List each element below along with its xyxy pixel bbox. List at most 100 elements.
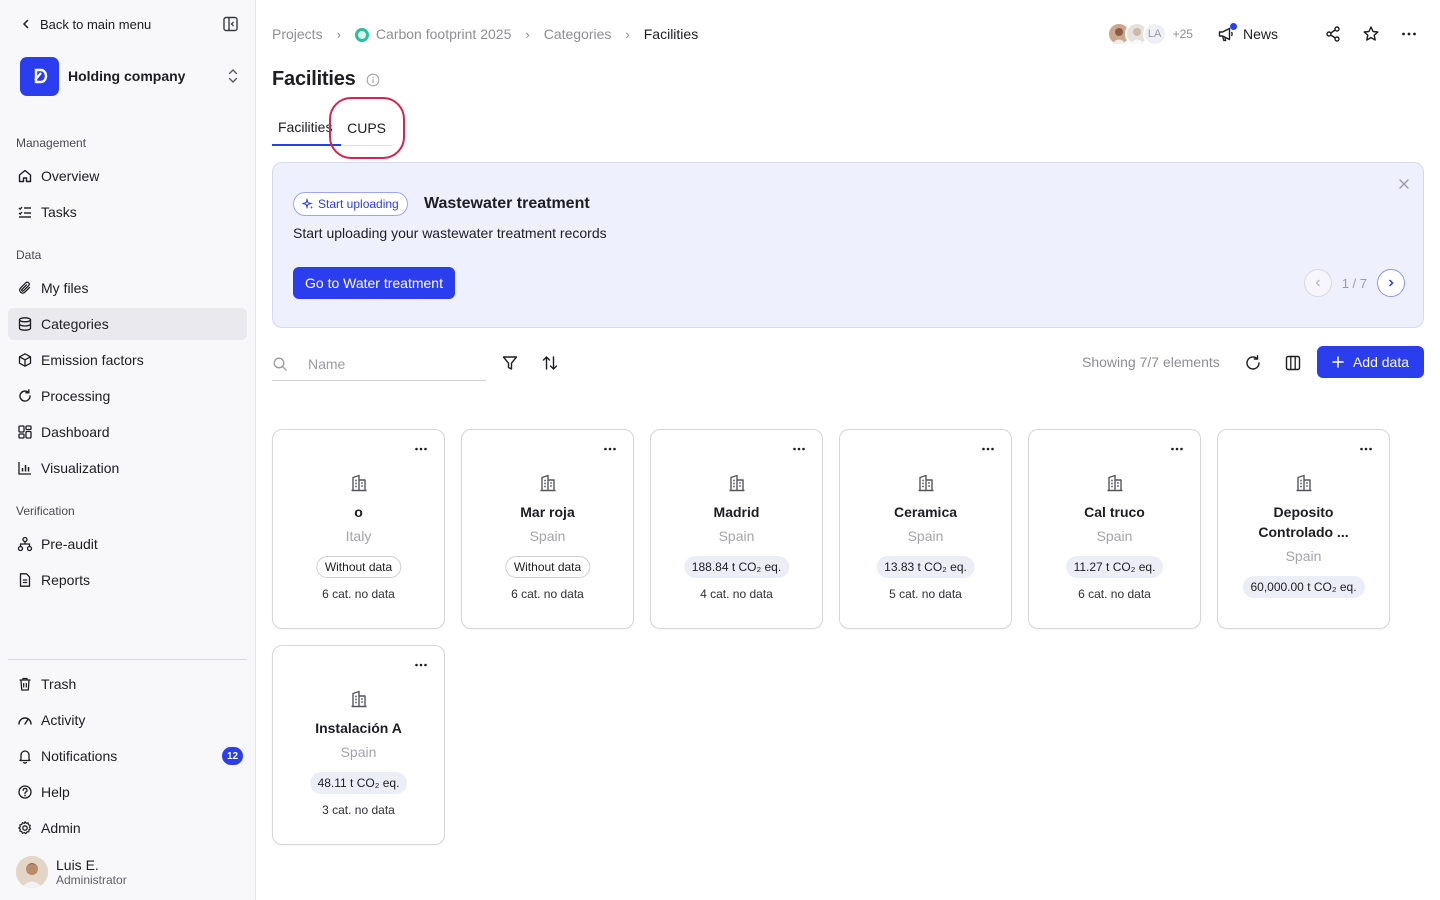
pager-next-button[interactable]: [1377, 269, 1405, 297]
filter-icon[interactable]: [501, 354, 519, 372]
categories-no-data: 3 cat. no data: [322, 803, 395, 817]
sidebar-item-admin[interactable]: Admin: [8, 812, 247, 844]
facility-card[interactable]: Instalación A Spain 48.11 t CO₂ eq. 3 cat. …: [272, 645, 445, 845]
categories-no-data: 6 cat. no data: [1078, 587, 1151, 601]
facility-name: Mar roja: [520, 504, 575, 520]
sidebar-item-pre-audit[interactable]: Pre-audit: [8, 528, 247, 560]
org-switcher[interactable]: Holding company: [20, 56, 240, 96]
facility-country: Spain: [529, 528, 566, 544]
breadcrumb-item-project[interactable]: Carbon footprint 2025: [354, 26, 511, 43]
search-input[interactable]: [292, 355, 462, 372]
sidebar-item-overview[interactable]: Overview: [8, 160, 247, 192]
facility-card[interactable]: Madrid Spain 188.84 t CO₂ eq. 4 cat. no dat…: [650, 429, 823, 629]
sidebar-item-label: Help: [41, 784, 70, 800]
more-horizontal-icon[interactable]: [1359, 442, 1373, 456]
sidebar-item-trash[interactable]: Trash: [8, 668, 247, 700]
close-icon[interactable]: [1397, 177, 1411, 191]
more-horizontal-icon[interactable]: [414, 658, 428, 672]
share-icon[interactable]: [1324, 25, 1342, 43]
sidebar-item-tasks[interactable]: Tasks: [8, 196, 247, 228]
categories-no-data: 6 cat. no data: [322, 587, 395, 601]
more-horizontal-icon[interactable]: [981, 442, 995, 456]
more-horizontal-icon[interactable]: [414, 442, 428, 456]
sidebar-item-dashboard[interactable]: Dashboard: [8, 416, 247, 448]
info-icon[interactable]: [366, 73, 380, 87]
facility-country: Italy: [345, 528, 372, 544]
dashboard-icon: [18, 425, 32, 439]
sidebar-item-notifications[interactable]: Notifications 12: [8, 740, 247, 772]
hierarchy-icon: [17, 536, 33, 552]
page-title: Facilities: [272, 68, 380, 91]
sidebar-item-processing[interactable]: Processing: [8, 380, 247, 412]
sidebar-item-label: My files: [41, 280, 89, 296]
sidebar-item-label: Pre-audit: [41, 536, 98, 552]
search-icon: [273, 357, 287, 371]
facility-card[interactable]: Mar roja Spain Without data 6 cat. no data: [461, 429, 634, 629]
search-field: [272, 347, 486, 381]
sidebar-item-activity[interactable]: Activity: [8, 704, 247, 736]
start-uploading-pill: Start uploading: [293, 192, 408, 216]
sparkles-icon: [302, 198, 313, 210]
emissions-chip: 11.27 t CO₂ eq.: [1065, 556, 1164, 578]
chevron-right-icon: ›: [625, 26, 630, 42]
building-icon: [351, 474, 367, 492]
facility-card[interactable]: Cal truco Spain 11.27 t CO₂ eq. 6 cat. no d…: [1028, 429, 1201, 629]
categories-no-data: 5 cat. no data: [889, 587, 962, 601]
pill-label: Start uploading: [318, 197, 399, 211]
more-horizontal-icon[interactable]: [1400, 25, 1418, 43]
columns-icon[interactable]: [1284, 354, 1302, 372]
user-role: Administrator: [56, 873, 127, 887]
avatar-more-count: +25: [1172, 27, 1193, 41]
more-horizontal-icon[interactable]: [792, 442, 806, 456]
home-icon: [18, 169, 32, 183]
facility-country: Spain: [1285, 548, 1322, 564]
banner-title: Wastewater treatment: [424, 195, 590, 212]
sidebar-item-label: Categories: [41, 316, 109, 332]
more-horizontal-icon[interactable]: [1170, 442, 1184, 456]
banner-pager: 1 / 7: [1303, 269, 1405, 297]
collapse-sidebar-icon[interactable]: [222, 15, 240, 33]
news-button[interactable]: News: [1217, 23, 1278, 43]
sidebar-item-label: Dashboard: [41, 424, 110, 440]
sidebar-item-label: Tasks: [41, 204, 77, 220]
building-icon: [540, 474, 556, 492]
facility-name: Instalación A: [315, 720, 402, 736]
sidebar-item-categories[interactable]: Categories: [8, 308, 247, 340]
sidebar-item-reports[interactable]: Reports: [8, 564, 247, 596]
facility-card[interactable]: Deposito Controlado ... Spain 60,000.00 t …: [1217, 429, 1390, 629]
sidebar-item-help[interactable]: Help: [8, 776, 247, 808]
sidebar: Back to main menu Holding company Manage…: [0, 0, 256, 900]
facility-name: Ceramica: [893, 504, 958, 520]
pager-prev-button[interactable]: [1303, 269, 1332, 297]
add-data-button[interactable]: Add data: [1317, 346, 1424, 378]
sidebar-item-emission-factors[interactable]: Emission factors: [8, 344, 247, 376]
tab-facilities[interactable]: Facilities: [272, 110, 342, 146]
breadcrumb-item-categories[interactable]: Categories: [544, 26, 612, 42]
sidebar-item-my-files[interactable]: My files: [8, 272, 247, 304]
emissions-chip: 60,000.00 t CO₂ eq.: [1242, 576, 1365, 598]
tab-cups[interactable]: CUPS: [341, 110, 392, 146]
refresh-icon[interactable]: [1244, 354, 1262, 372]
go-to-water-treatment-button[interactable]: Go to Water treatment: [293, 267, 455, 299]
org-name: Holding company: [68, 68, 186, 84]
collaborators-avatars[interactable]: LA +25: [1106, 22, 1193, 46]
sort-icon[interactable]: [541, 354, 559, 372]
facility-card[interactable]: Ceramica Spain 13.83 t CO₂ eq. 5 cat. no da…: [839, 429, 1012, 629]
more-horizontal-icon[interactable]: [603, 442, 617, 456]
trash-icon: [19, 677, 31, 691]
building-icon: [351, 690, 367, 708]
help-circle-icon: [18, 785, 32, 799]
user-profile[interactable]: Luis E. Administrator: [16, 856, 127, 888]
sidebar-item-label: Overview: [41, 168, 100, 184]
tabs: Facilities CUPS: [272, 110, 392, 146]
header-actions: LA +25 News: [1106, 20, 1418, 48]
sidebar-item-label: Activity: [41, 712, 86, 728]
banner-text: Start uploading your wastewater treatmen…: [293, 225, 607, 241]
facility-card[interactable]: o Italy Without data 6 cat. no data: [272, 429, 445, 629]
breadcrumb-item-projects[interactable]: Projects: [272, 26, 323, 42]
sidebar-item-visualization[interactable]: Visualization: [8, 452, 247, 484]
back-to-main-menu-link[interactable]: Back to main menu: [20, 14, 151, 34]
document-icon: [19, 573, 31, 587]
gauge-icon: [18, 717, 32, 725]
star-icon[interactable]: [1362, 25, 1380, 43]
